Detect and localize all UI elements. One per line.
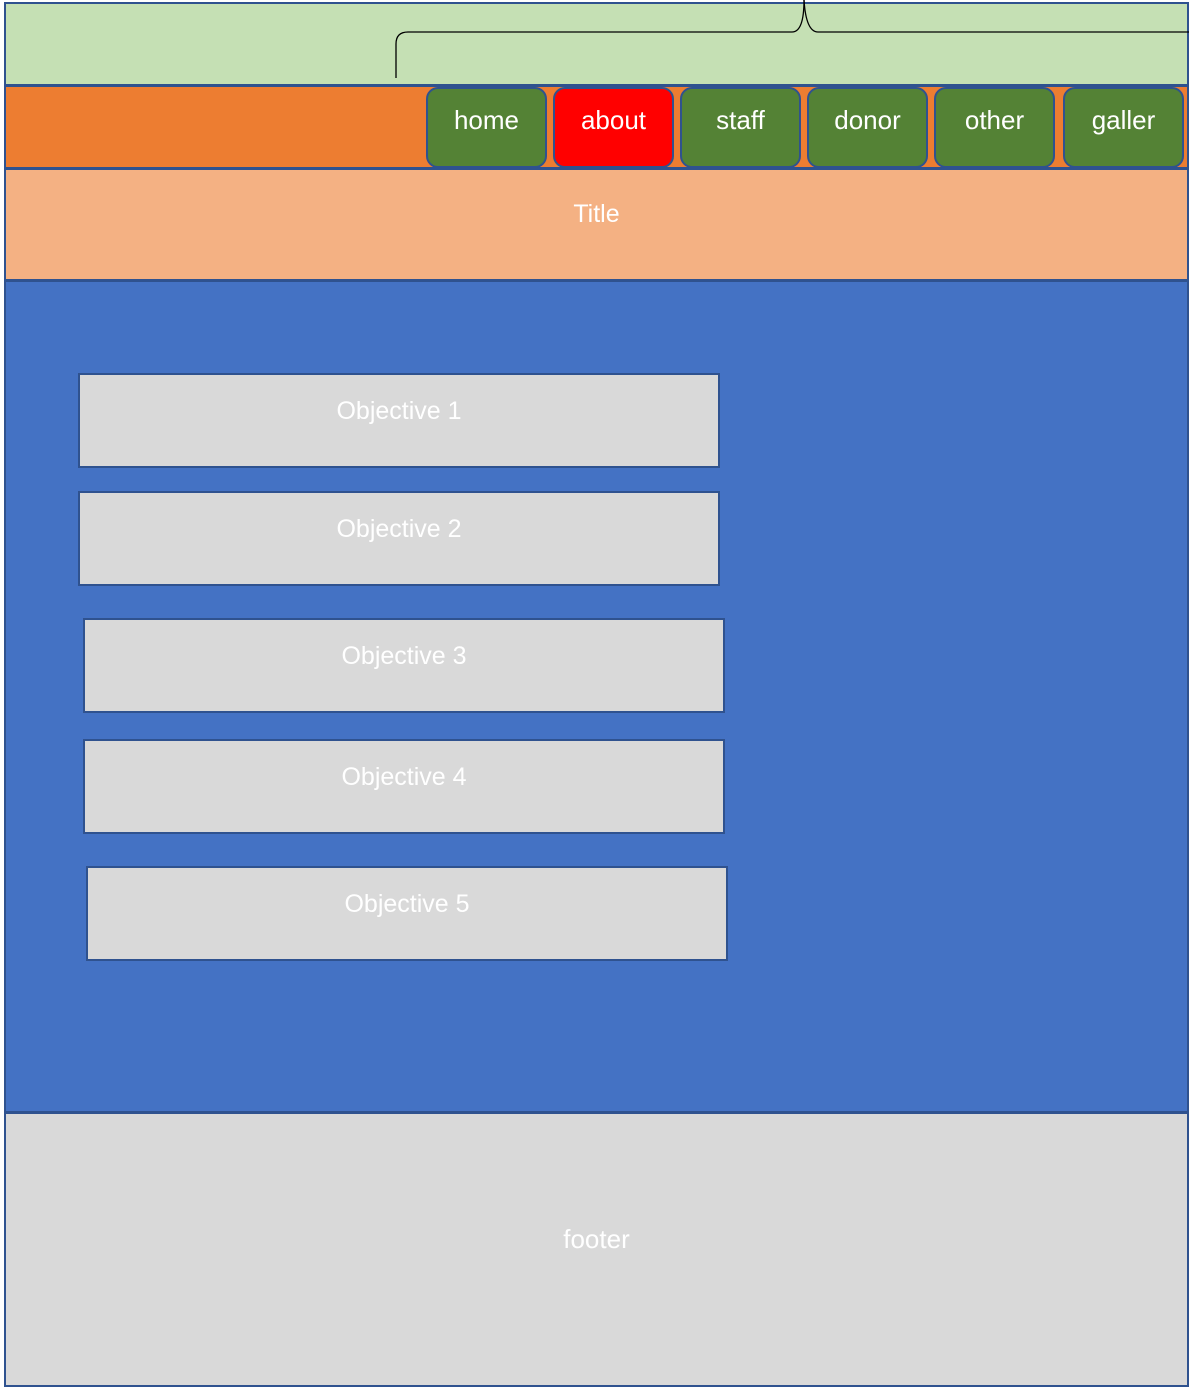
nav-staff-label: staff	[716, 105, 765, 135]
nav-about-button[interactable]: about	[553, 87, 674, 168]
nav-donor-button[interactable]: donor	[807, 87, 928, 168]
nav-about-label: about	[580, 105, 647, 135]
nav-gallery-button[interactable]: galler	[1063, 87, 1184, 168]
objective-3-box[interactable]: Objective 3	[83, 618, 725, 713]
nav-staff-button[interactable]: staff	[680, 87, 801, 168]
objective-3-label: Objective 3	[341, 642, 467, 670]
nav-gallery-label: galler	[1091, 105, 1156, 135]
nav-other-label: other	[964, 105, 1025, 135]
objective-1-box[interactable]: Objective 1	[78, 373, 720, 468]
objective-2-label: Objective 2	[336, 515, 462, 543]
nav-home-label: home	[453, 105, 520, 135]
objective-4-box[interactable]: Objective 4	[83, 739, 725, 834]
objective-5-box[interactable]: Objective 5	[86, 866, 728, 961]
objective-1-label: Objective 1	[336, 397, 462, 425]
page-title: Title	[573, 200, 620, 228]
nav-donor-label: donor	[834, 105, 901, 135]
footer-label: footer	[563, 1224, 630, 1254]
objective-4-label: Objective 4	[341, 763, 467, 791]
objective-5-label: Objective 5	[344, 890, 470, 918]
objective-2-box[interactable]: Objective 2	[78, 491, 720, 586]
title-band: Title	[4, 168, 1189, 281]
nav-other-button[interactable]: other	[934, 87, 1055, 168]
nav-home-button[interactable]: home	[426, 87, 547, 168]
footer: footer	[4, 1112, 1189, 1387]
header-band	[4, 2, 1189, 86]
wireframe-page: home about staff donor other galler Titl…	[0, 0, 1189, 1387]
